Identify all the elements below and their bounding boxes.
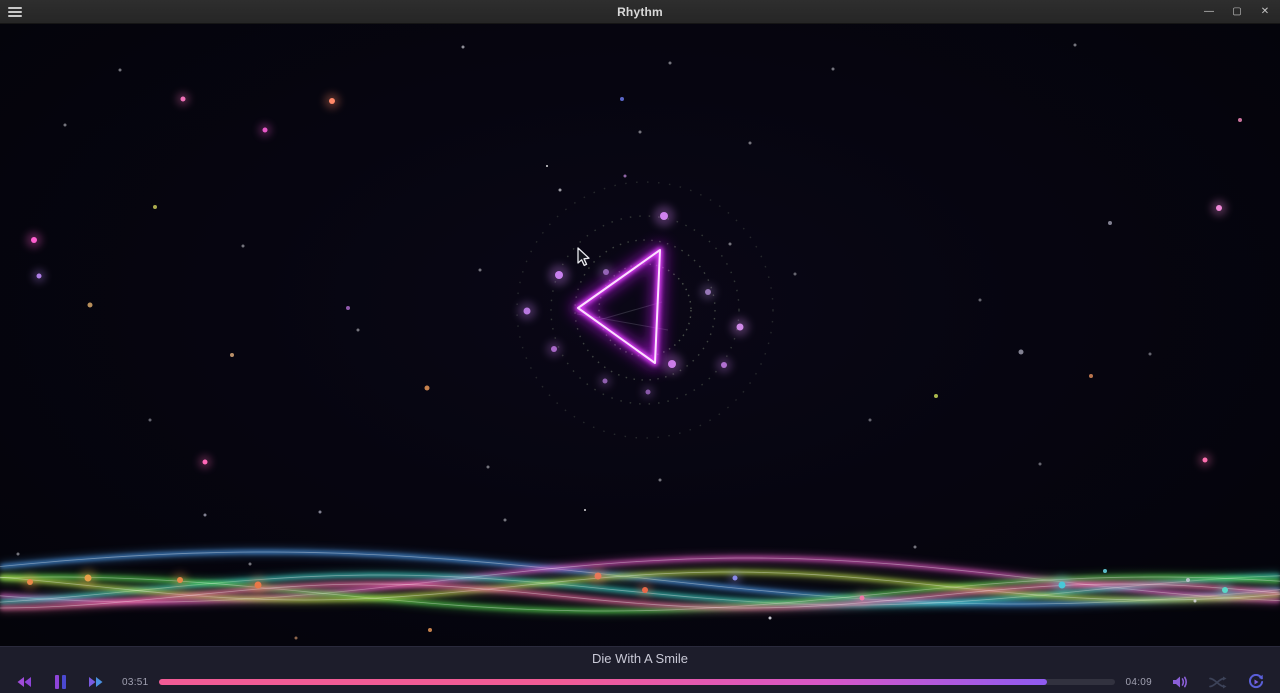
rewind-button[interactable] xyxy=(14,674,34,690)
seek-bar-fill xyxy=(159,679,1047,685)
title-bar: Rhythm — ▢ ✕ xyxy=(0,0,1280,24)
volume-button[interactable] xyxy=(1170,674,1190,690)
fast-forward-icon xyxy=(88,676,104,688)
volume-icon xyxy=(1172,675,1189,689)
window-title: Rhythm xyxy=(0,5,1280,19)
track-title: Die With A Smile xyxy=(592,651,688,666)
maximize-icon[interactable]: ▢ xyxy=(1230,0,1244,24)
player-panel: Die With A Smile 03:51 04:09 xyxy=(0,646,1280,693)
repeat-button[interactable] xyxy=(1246,674,1266,690)
track-info-row: Die With A Smile xyxy=(0,647,1280,670)
mouse-cursor xyxy=(578,248,589,265)
pause-icon xyxy=(54,675,67,689)
close-icon[interactable]: ✕ xyxy=(1258,0,1272,24)
player-controls-row: 03:51 04:09 xyxy=(0,670,1280,693)
fast-forward-button[interactable] xyxy=(86,674,106,690)
right-controls: 04:09 xyxy=(1125,674,1266,690)
total-duration: 04:09 xyxy=(1125,677,1152,688)
repeat-icon xyxy=(1248,674,1264,690)
visualizer-canvas xyxy=(0,24,1280,646)
window-controls: — ▢ ✕ xyxy=(1202,0,1272,24)
rewind-icon xyxy=(16,676,32,688)
minimize-icon[interactable]: — xyxy=(1202,0,1216,24)
shuffle-button[interactable] xyxy=(1208,674,1228,690)
music-visualizer xyxy=(0,24,1280,646)
elapsed-time: 03:51 xyxy=(122,677,149,688)
shuffle-icon xyxy=(1209,676,1227,689)
pause-button[interactable] xyxy=(50,674,70,690)
seek-bar[interactable] xyxy=(159,679,1116,685)
